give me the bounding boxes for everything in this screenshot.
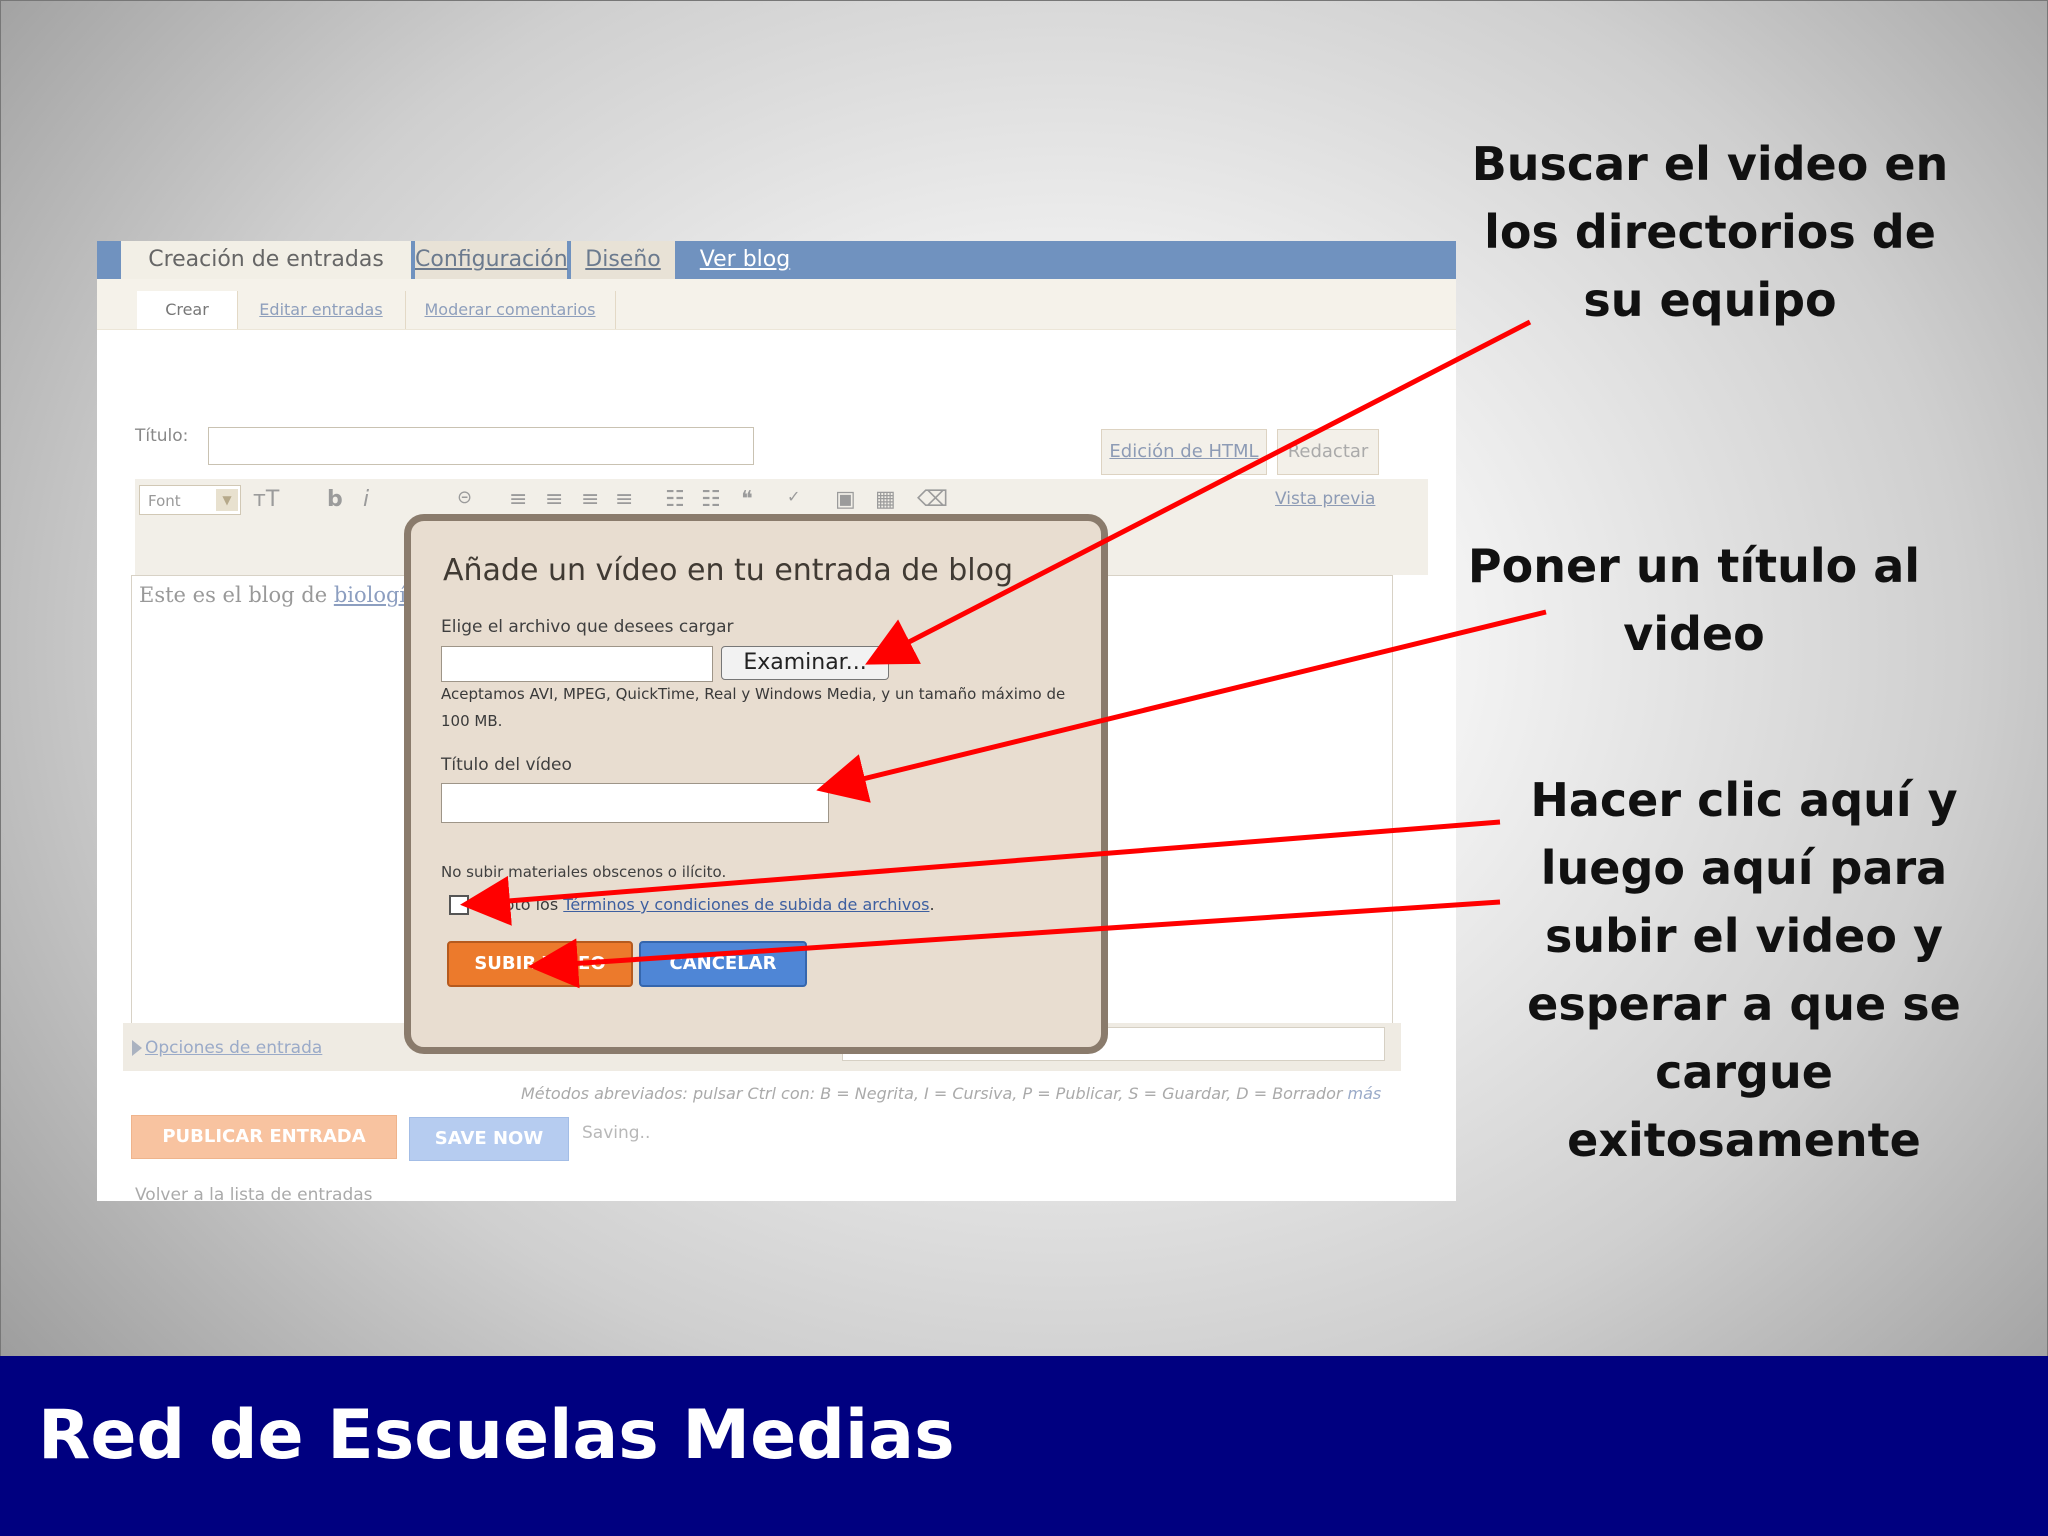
footer-title: Red de Escuelas Medias [38, 1396, 955, 1475]
callout-clic-line: luego aquí para [1540, 841, 1948, 895]
arrow-video-title [816, 609, 1547, 803]
callout-titulo-line: video [1623, 607, 1765, 661]
callout-titulo: Poner un título al video [1454, 532, 1934, 668]
arrow-examinar [865, 319, 1532, 665]
arrow-checkbox [460, 819, 1501, 926]
callout-clic-line: exitosamente [1567, 1113, 1921, 1167]
callout-buscar: Buscar el video en los directorios de su… [1460, 130, 1960, 334]
callout-clic-line: cargue [1655, 1045, 1833, 1099]
callout-clic: Hacer clic aquí y luego aquí para subir … [1514, 766, 1974, 1174]
callout-buscar-line: su equipo [1583, 273, 1837, 327]
callout-buscar-line: Buscar el video en [1471, 137, 1949, 191]
callout-clic-line: subir el video y [1545, 909, 1943, 963]
callout-titulo-line: Poner un título al [1467, 539, 1921, 593]
callout-buscar-line: los directorios de [1484, 205, 1936, 259]
arrow-subir [528, 899, 1501, 989]
callout-clic-line: esperar a que se [1527, 977, 1961, 1031]
footer-bar: Red de Escuelas Medias [0, 1356, 2048, 1536]
callout-clic-line: Hacer clic aquí y [1530, 773, 1958, 827]
